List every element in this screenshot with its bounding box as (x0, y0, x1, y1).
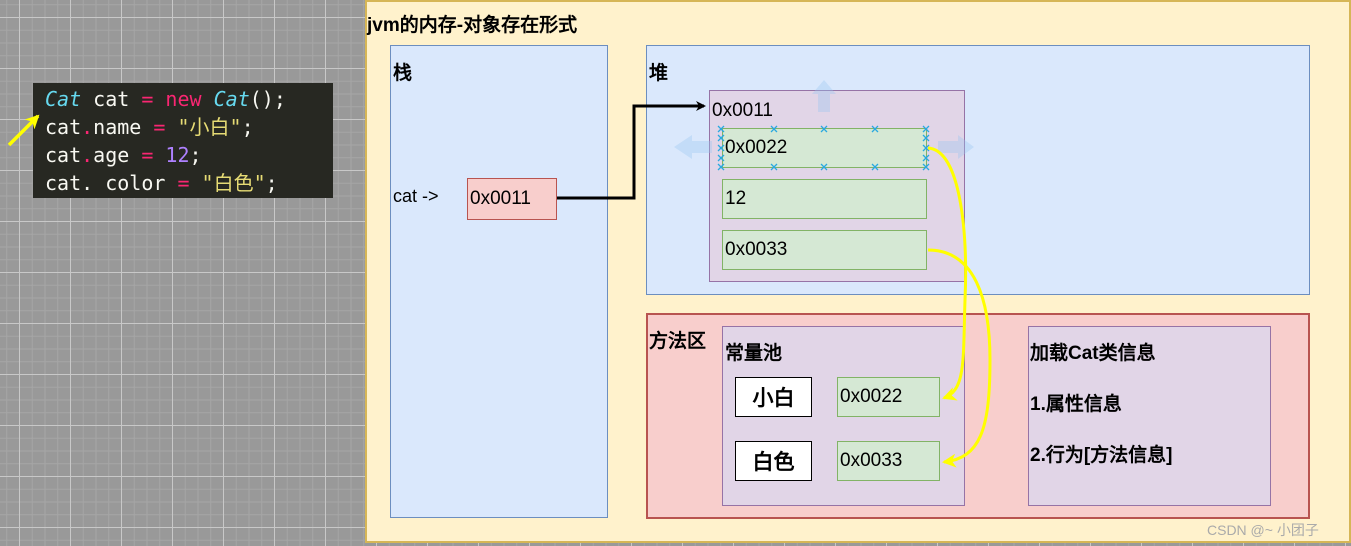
heap-label: 堆 (649, 63, 669, 84)
class-info-item-methods: 2.行为[方法信息] (1030, 445, 1173, 466)
code-line-2: cat.name = "小白"; (45, 115, 254, 139)
watermark: CSDN @~ 小团子 (1207, 522, 1319, 538)
const-address-0022[interactable]: 0x0022 (837, 377, 940, 417)
code-line-4: cat. color = "白色"; (45, 171, 278, 195)
class-info-item-attributes: 1.属性信息 (1030, 394, 1122, 415)
const-address-0033[interactable]: 0x0033 (837, 441, 940, 481)
code-line-1: Cat cat = new Cat(); (45, 87, 286, 111)
stack-panel[interactable] (390, 45, 608, 518)
stack-label: 栈 (393, 63, 413, 84)
const-string-xiaobai[interactable]: 小白 (735, 377, 812, 417)
heap-field-age[interactable]: 12 (722, 179, 927, 219)
constant-pool-label: 常量池 (725, 343, 783, 364)
stack-ref-cell[interactable]: 0x0011 (467, 178, 557, 220)
const-string-baise[interactable]: 白色 (735, 441, 812, 481)
heap-field-color[interactable]: 0x0033 (722, 230, 927, 270)
heap-object-address: 0x0011 (712, 100, 773, 121)
method-area-label: 方法区 (649, 331, 707, 352)
code-line-3: cat.age = 12; (45, 143, 202, 167)
heap-field-name[interactable]: 0x0022 (722, 128, 927, 168)
diagram-title: jvm的内存-对象存在形式 (367, 15, 578, 36)
code-snippet: Cat cat = new Cat(); cat.name = "小白"; ca… (33, 83, 333, 198)
class-info-title: 加载Cat类信息 (1030, 343, 1156, 364)
stack-var-label: cat -> (393, 186, 439, 206)
